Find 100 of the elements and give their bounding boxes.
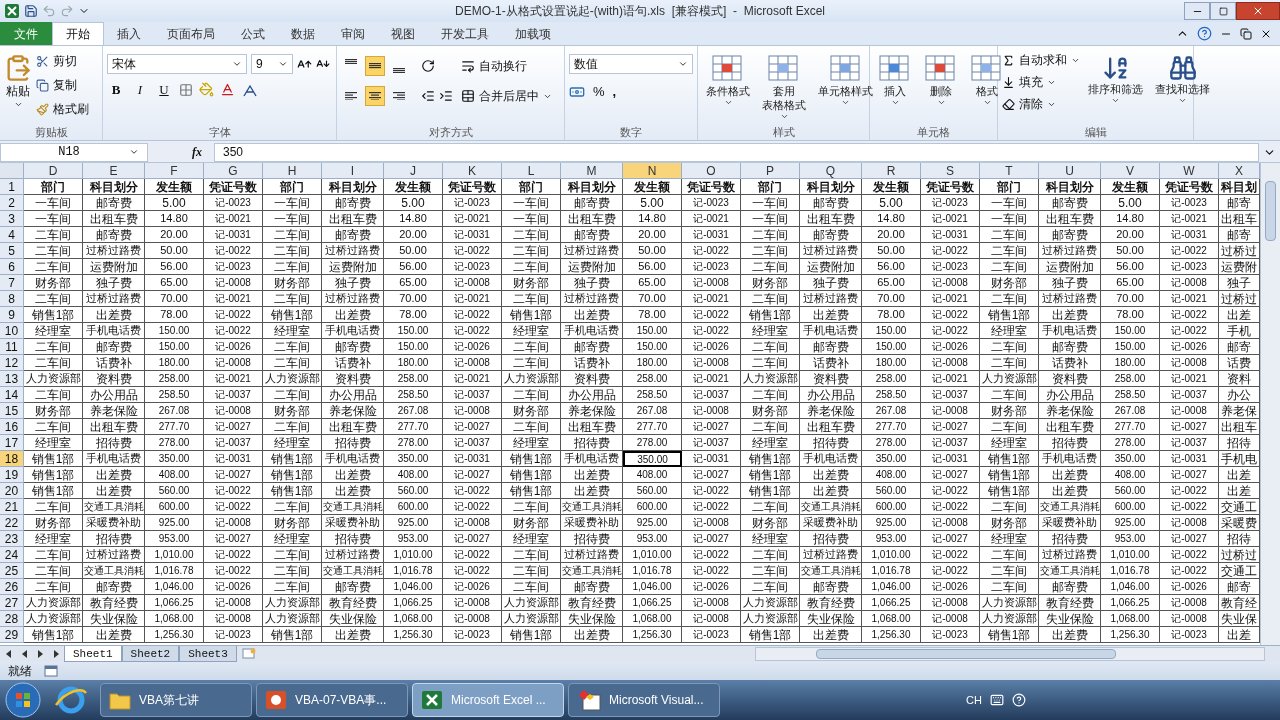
column-header[interactable]: G xyxy=(204,163,263,179)
start-button[interactable] xyxy=(4,681,42,719)
font-name-field[interactable]: 宋体 xyxy=(107,54,247,74)
column-header[interactable]: P xyxy=(741,163,800,179)
taskbar-button[interactable]: Microsoft Visual... xyxy=(568,683,720,717)
column-header[interactable]: D xyxy=(24,163,83,179)
row-header[interactable]: 13 xyxy=(0,371,24,387)
merge-center-button[interactable]: 合并后居中 xyxy=(461,86,552,106)
sheet-tab[interactable]: Sheet1 xyxy=(64,646,122,662)
row-header[interactable]: 12 xyxy=(0,355,24,371)
row-header[interactable]: 15 xyxy=(0,403,24,419)
ribbon-tab[interactable]: 视图 xyxy=(378,22,428,45)
ribbon-tab[interactable]: 数据 xyxy=(278,22,328,45)
ribbon-tab[interactable]: 开发工具 xyxy=(428,22,502,45)
fill-color-icon[interactable] xyxy=(199,82,214,98)
ribbon-tab[interactable]: 开始 xyxy=(52,22,104,45)
ribbon-tab[interactable]: 加载项 xyxy=(502,22,564,45)
column-header[interactable]: V xyxy=(1101,163,1160,179)
row-header[interactable]: 6 xyxy=(0,259,24,275)
column-header[interactable]: H xyxy=(263,163,322,179)
column-header[interactable]: R xyxy=(862,163,921,179)
row-header[interactable]: 20 xyxy=(0,483,24,499)
help-icon[interactable] xyxy=(1197,26,1212,41)
row-header[interactable]: 16 xyxy=(0,419,24,435)
column-header[interactable]: N xyxy=(623,163,682,179)
underline-button[interactable]: U xyxy=(155,80,173,100)
orientation-icon[interactable] xyxy=(421,59,435,73)
editing-button[interactable]: 查找和选择 xyxy=(1151,50,1214,124)
row-header[interactable]: 29 xyxy=(0,627,24,643)
wrap-text-button[interactable]: 自动换行 xyxy=(461,56,552,76)
row-header[interactable]: 9 xyxy=(0,307,24,323)
ribbon-tab[interactable]: 插入 xyxy=(104,22,154,45)
percent-button[interactable]: % xyxy=(593,82,605,102)
bold-button[interactable]: B xyxy=(107,80,125,100)
sheet-tab[interactable]: Sheet2 xyxy=(121,646,180,662)
decrease-indent-icon[interactable] xyxy=(421,89,435,103)
row-header[interactable]: 17 xyxy=(0,435,24,451)
taskbar-button[interactable]: VBA-07-VBA事... xyxy=(256,683,408,717)
ribbon-tab[interactable]: 审阅 xyxy=(328,22,378,45)
style-button[interactable]: 条件格式 xyxy=(702,50,754,124)
keyboard-icon[interactable] xyxy=(990,693,1004,707)
vertical-scrollbar[interactable] xyxy=(1260,163,1280,645)
row-header[interactable]: 7 xyxy=(0,275,24,291)
cut-button[interactable]: 剪切 xyxy=(36,50,89,72)
paste-button[interactable]: 粘贴 xyxy=(4,50,32,124)
row-header[interactable]: 22 xyxy=(0,515,24,531)
row-header[interactable]: 25 xyxy=(0,563,24,579)
language-indicator[interactable]: CH xyxy=(966,691,982,709)
row-header[interactable]: 26 xyxy=(0,579,24,595)
column-header[interactable]: Q xyxy=(800,163,862,179)
horizontal-scrollbar[interactable] xyxy=(755,647,1265,661)
sheet-tab[interactable]: Sheet3 xyxy=(179,646,237,662)
font-color-icon[interactable] xyxy=(220,82,235,98)
row-header[interactable]: 27 xyxy=(0,595,24,611)
row-header[interactable]: 10 xyxy=(0,323,24,339)
maximize-button[interactable] xyxy=(1210,2,1236,20)
row-header[interactable]: 2 xyxy=(0,195,24,211)
cells-button[interactable]: 插入 xyxy=(874,50,916,124)
restore-icon[interactable] xyxy=(1240,27,1252,40)
increase-indent-icon[interactable] xyxy=(439,89,453,103)
italic-button[interactable]: I xyxy=(131,80,149,100)
column-header[interactable]: W xyxy=(1160,163,1219,179)
row-header[interactable]: 8 xyxy=(0,291,24,307)
row-header[interactable]: 5 xyxy=(0,243,24,259)
column-header[interactable]: K xyxy=(443,163,502,179)
column-header[interactable]: O xyxy=(682,163,741,179)
column-header[interactable]: I xyxy=(322,163,384,179)
column-header[interactable]: T xyxy=(980,163,1039,179)
row-header[interactable]: 3 xyxy=(0,211,24,227)
file-tab[interactable]: 文件 xyxy=(0,22,52,45)
comma-button[interactable]: , xyxy=(612,82,617,102)
borders-icon[interactable] xyxy=(179,82,193,97)
formula-field[interactable]: 350 xyxy=(214,142,1259,162)
ribbon-tab[interactable]: 公式 xyxy=(228,22,278,45)
format-painter-button[interactable]: 格式刷 xyxy=(36,98,89,120)
row-header[interactable]: 4 xyxy=(0,227,24,243)
column-header[interactable]: L xyxy=(502,163,561,179)
column-header[interactable]: S xyxy=(921,163,980,179)
function-label[interactable]: fx xyxy=(152,143,210,161)
ribbon-tab[interactable]: 页面布局 xyxy=(154,22,228,45)
column-header[interactable]: F xyxy=(145,163,204,179)
column-header[interactable]: M xyxy=(561,163,623,179)
column-header[interactable]: J xyxy=(384,163,443,179)
column-header[interactable]: X xyxy=(1219,163,1260,179)
row-header[interactable]: 1 xyxy=(0,179,24,195)
row-header[interactable]: 24 xyxy=(0,547,24,563)
horizontal-align-button[interactable] xyxy=(365,86,385,106)
row-header[interactable]: 11 xyxy=(0,339,24,355)
number-format-field[interactable]: 数值 xyxy=(569,54,693,74)
copy-button[interactable]: 复制 xyxy=(36,74,89,96)
save-icon[interactable] xyxy=(24,4,38,18)
row-header[interactable]: 23 xyxy=(0,531,24,547)
taskbar-button[interactable]: VBA第七讲 xyxy=(100,683,252,717)
style-button[interactable]: 单元格样式 xyxy=(814,50,877,124)
column-header[interactable]: U xyxy=(1039,163,1101,179)
row-header[interactable]: 18 xyxy=(0,451,24,467)
name-box[interactable]: N18 xyxy=(0,142,148,162)
style-button[interactable]: 套用 表格格式 xyxy=(758,50,810,124)
row-header[interactable]: 28 xyxy=(0,611,24,627)
column-header[interactable]: E xyxy=(83,163,145,179)
